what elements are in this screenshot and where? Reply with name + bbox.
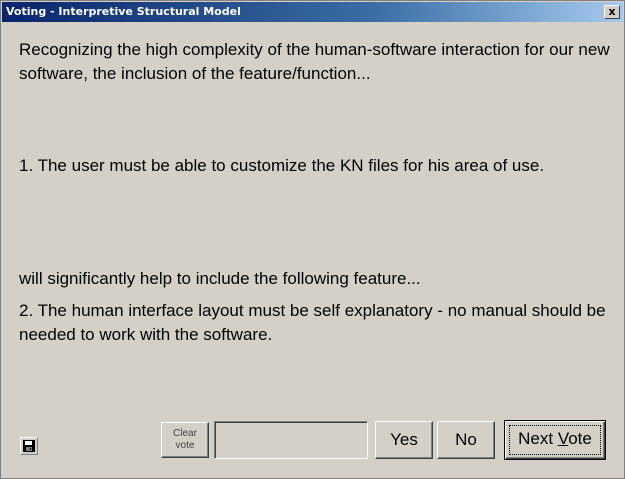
save-button[interactable] (20, 437, 38, 455)
floppy-disk-icon (23, 440, 35, 452)
next-vote-button[interactable]: Next Vote (504, 420, 606, 460)
clear-vote-label-line1: Clear (173, 428, 197, 439)
vote-display-field (214, 421, 368, 459)
yes-button[interactable]: Yes (375, 421, 433, 459)
close-icon: x (608, 5, 616, 18)
window-title: Voting - Interpretive Structural Model (6, 5, 241, 18)
voting-window: Voting - Interpretive Structural Model x… (0, 0, 625, 479)
no-button[interactable]: No (437, 421, 495, 459)
connector-text: will significantly help to include the f… (19, 269, 421, 288)
second-item-text: 2. The human interface layout must be se… (19, 301, 606, 344)
next-vote-label: Next Vote (518, 429, 592, 448)
intro-text: Recognizing the high complexity of the h… (19, 40, 610, 83)
title-bar[interactable]: Voting - Interpretive Structural Model x (2, 2, 623, 22)
clear-vote-label-line2: vote (175, 440, 195, 451)
first-item-text: 1. The user must be able to customize th… (19, 156, 545, 175)
clear-vote-button[interactable]: Clear vote (161, 422, 209, 458)
close-button[interactable]: x (604, 5, 620, 19)
